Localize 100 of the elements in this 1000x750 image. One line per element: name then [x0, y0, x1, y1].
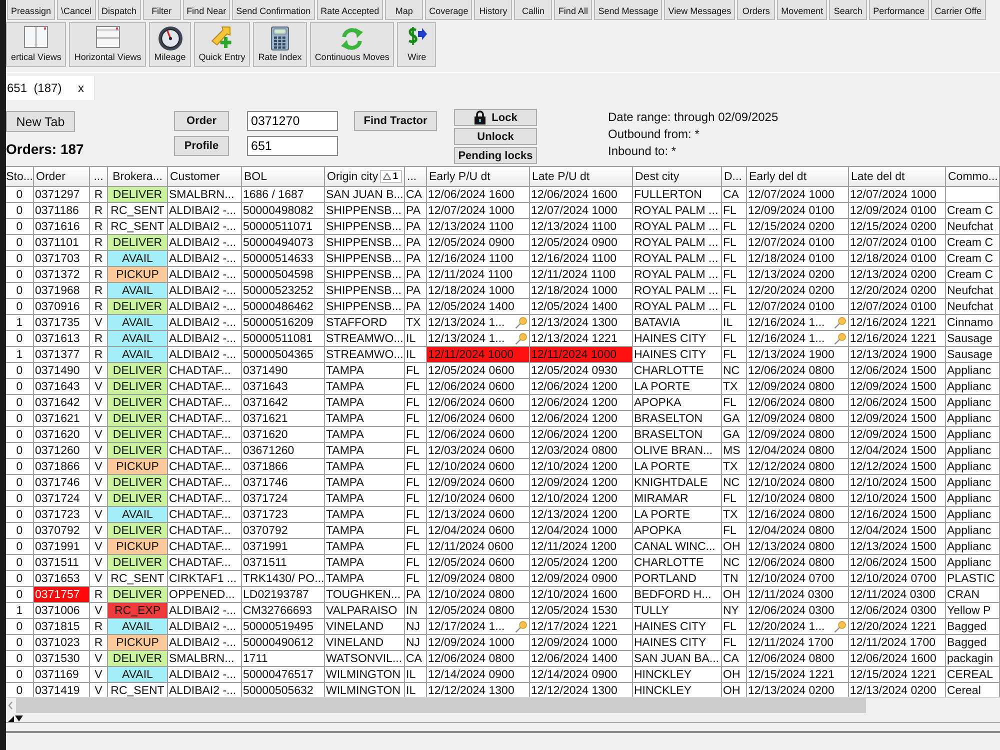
toolbar-button[interactable]: \Cancel: [57, 0, 96, 20]
toolbar-button[interactable]: Search: [829, 0, 868, 20]
table-cell: 12/09/2024 1200: [530, 475, 633, 491]
table-cell: FL: [405, 363, 427, 379]
find-tractor-button[interactable]: Find Tractor: [354, 111, 437, 131]
sort-indicator[interactable]: 1: [380, 170, 402, 183]
toolbar-button[interactable]: View Messages: [664, 0, 736, 20]
table-cell: HAINES CITY: [633, 619, 722, 635]
toolbar-button[interactable]: Find All: [554, 0, 592, 20]
toolbar-button[interactable]: Send Confirmation: [232, 0, 315, 20]
table-cell: TAMPA: [325, 427, 405, 443]
status-cell: AVAIL: [108, 619, 168, 635]
table-cell: TN: [722, 571, 747, 587]
table-cell: OH: [722, 667, 747, 683]
toolbar-button[interactable]: Callin: [514, 0, 552, 20]
toolbar-button[interactable]: Preassign: [7, 0, 56, 20]
table-cell: 50000514633: [242, 251, 325, 267]
table-cell: 12/09/2024 1500: [849, 427, 946, 443]
toolbar-button[interactable]: Orders: [737, 0, 776, 20]
table-cell: 12/20/2024 0200: [849, 283, 946, 299]
table-cell: 12/13/2024 0600: [427, 507, 530, 523]
toolbar-button[interactable]: Horizontal Views: [69, 22, 146, 67]
table-cell: 0371616: [34, 219, 90, 235]
order-button[interactable]: Order: [174, 111, 229, 131]
toolbar-button[interactable]: Continuous Moves: [310, 22, 394, 67]
lock-button[interactable]: Pending locks: [454, 147, 537, 164]
table-cell: 12/05/2024 1400: [530, 299, 633, 315]
new-tab-button[interactable]: New Tab: [6, 111, 75, 132]
table-cell: R: [90, 219, 108, 235]
table-cell: 50000498082: [242, 203, 325, 219]
table-cell: 0370792: [242, 523, 325, 539]
table-cell: 0: [6, 235, 34, 251]
column-header[interactable]: Commo...: [946, 167, 1000, 187]
table-cell: HINCKLEY: [633, 667, 722, 683]
table-cell: Applianc: [946, 379, 1000, 395]
toolbar-button[interactable]: Send Message: [594, 0, 662, 20]
toolbar-button[interactable]: Dispatch: [98, 0, 141, 20]
toolbar-button[interactable]: Mileage: [149, 22, 191, 67]
table-cell: R: [90, 331, 108, 347]
column-header[interactable]: BOL: [242, 167, 325, 187]
profile-field[interactable]: 651: [247, 136, 338, 156]
toolbar-button[interactable]: Map: [385, 0, 424, 20]
lock-button[interactable]: Lock: [454, 109, 537, 126]
table-cell: 0: [6, 379, 34, 395]
column-header[interactable]: Order: [34, 167, 90, 187]
table-cell: Applianc: [946, 395, 1000, 411]
table-cell: FL: [722, 267, 747, 283]
table-cell: ROYAL PALM ...: [633, 203, 722, 219]
table-cell: 12/10/2024 1200: [530, 491, 633, 507]
toolbar-button[interactable]: Find Near: [182, 0, 230, 20]
pushpin-icon: [515, 316, 527, 328]
status-cell: PICKUP: [108, 459, 168, 475]
table-cell: FL: [722, 395, 747, 411]
column-header[interactable]: Late P/U dt: [530, 167, 633, 187]
table-cell: 12/10/2024 1500: [849, 475, 946, 491]
column-header[interactable]: ...: [90, 167, 108, 187]
toolbar-button[interactable]: Rate Index: [253, 22, 307, 67]
column-header[interactable]: Customer: [168, 167, 242, 187]
column-header[interactable]: Brokera...: [108, 167, 168, 187]
scrollbar-thumb[interactable]: [16, 698, 866, 713]
table-cell: FL: [405, 443, 427, 459]
column-header[interactable]: D...: [722, 167, 747, 187]
toolbar-button[interactable]: Filter: [142, 0, 181, 20]
split-arrows-icon[interactable]: [8, 715, 24, 722]
toolbar-button[interactable]: Movement: [777, 0, 828, 20]
lock-button[interactable]: Unlock: [454, 128, 537, 145]
horizontal-scrollbar[interactable]: [6, 697, 1000, 713]
cell-text: 12/16/2024 1...: [748, 332, 825, 344]
column-header[interactable]: Early P/U dt: [427, 167, 530, 187]
table-cell: Neufchat: [946, 299, 1000, 315]
column-header[interactable]: ...: [405, 167, 427, 187]
column-header[interactable]: Early del dt: [747, 167, 849, 187]
table-cell: ALDIBAI2 -...: [168, 635, 242, 651]
column-header[interactable]: Late del dt: [849, 167, 946, 187]
column-header[interactable]: Dest city: [633, 167, 722, 187]
order-field[interactable]: 0371270: [247, 111, 338, 131]
toolbar-button[interactable]: Coverage: [425, 0, 472, 20]
table-cell: FL: [405, 411, 427, 427]
table-cell: NC: [722, 475, 747, 491]
table-cell: TAMPA: [325, 491, 405, 507]
status-cell: DELIVER: [108, 651, 168, 667]
toolbar-button[interactable]: Wire: [397, 22, 436, 67]
table-cell: 12/07/2024 0100: [747, 299, 849, 315]
profile-button[interactable]: Profile: [174, 136, 229, 156]
toolbar-button[interactable]: Rate Accepted: [316, 0, 384, 20]
table-cell: TAMPA: [325, 363, 405, 379]
toolbar-button[interactable]: Performance: [869, 0, 929, 20]
table-cell: IL: [722, 315, 747, 331]
toolbar-button[interactable]: Carrier Offe: [930, 0, 986, 20]
table-cell: FL: [405, 427, 427, 443]
tab[interactable]: 651 (187) x: [6, 76, 95, 100]
table-cell: 12/16/2024 0800: [747, 507, 849, 523]
toolbar-button[interactable]: History: [474, 0, 512, 20]
table-cell: 0: [6, 299, 34, 315]
close-tab-button[interactable]: x: [76, 81, 86, 95]
table-cell: 0371746: [242, 475, 325, 491]
column-header[interactable]: Sto...: [6, 167, 34, 187]
toolbar-button[interactable]: Quick Entry: [194, 22, 250, 67]
toolbar-button[interactable]: ertical Views: [6, 22, 66, 67]
column-header[interactable]: Origin city 1: [325, 167, 405, 187]
